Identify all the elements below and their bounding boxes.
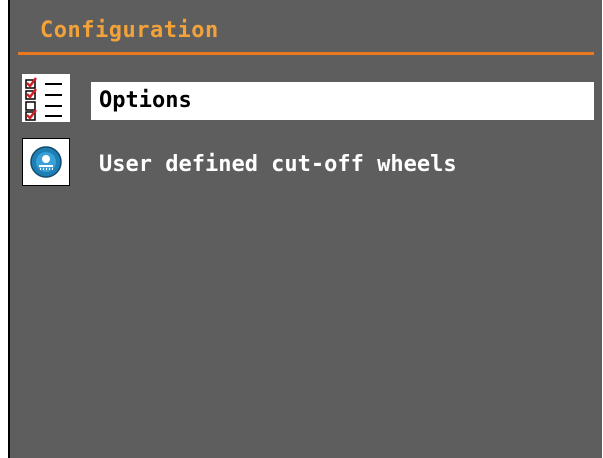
menu-item-user-defined-cutoff-wheels[interactable]: User defined cut-off wheels bbox=[22, 138, 594, 186]
checklist-icon bbox=[22, 74, 70, 122]
cutoff-wheel-icon bbox=[22, 138, 70, 186]
menu-item-label: Options bbox=[91, 82, 594, 120]
configuration-screen: Configuration Options User defined cut-o… bbox=[8, 0, 602, 458]
page-title: Configuration bbox=[40, 18, 219, 43]
menu-item-label: User defined cut-off wheels bbox=[99, 152, 457, 177]
header: Configuration bbox=[10, 0, 602, 55]
menu-item-options[interactable]: Options bbox=[22, 74, 594, 122]
header-divider bbox=[18, 52, 594, 55]
